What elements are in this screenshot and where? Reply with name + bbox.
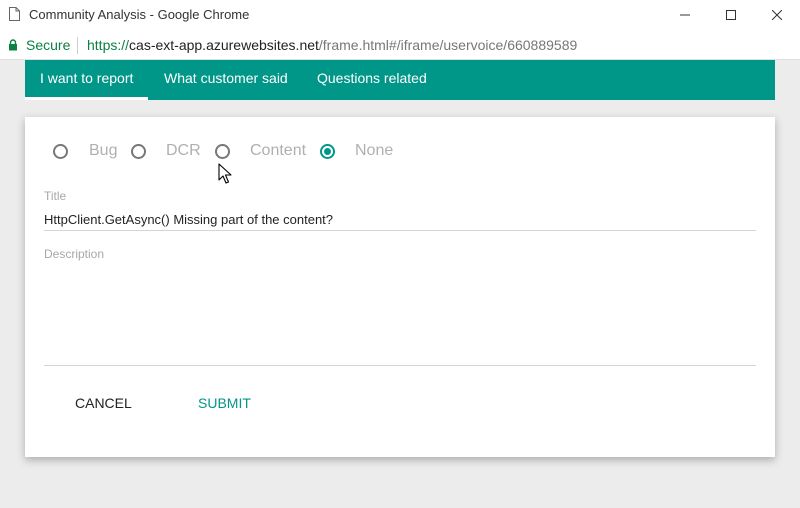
radio-bug[interactable] <box>53 144 68 159</box>
title-input-underline <box>44 230 756 231</box>
title-input[interactable]: HttpClient.GetAsync() Missing part of th… <box>44 212 333 227</box>
tab-what-customer-said[interactable]: What customer said <box>149 60 303 100</box>
tab-questions-related[interactable]: Questions related <box>302 60 442 100</box>
tab-i-want-to-report[interactable]: I want to report <box>25 60 149 100</box>
description-input-underline <box>44 365 756 366</box>
window-title: Community Analysis - Google Chrome <box>29 7 250 22</box>
radio-dcr-label[interactable]: DCR <box>166 142 201 160</box>
url-host: cas-ext-app.azurewebsites.net <box>129 37 319 53</box>
address-bar[interactable]: Secure https://cas-ext-app.azurewebsites… <box>0 30 800 60</box>
page-icon <box>9 7 20 21</box>
maximize-button[interactable] <box>708 0 754 30</box>
browser-title-bar: Community Analysis - Google Chrome <box>0 0 800 30</box>
secure-label: Secure <box>26 37 71 53</box>
maximize-icon <box>726 10 736 20</box>
title-field-label: Title <box>44 189 67 203</box>
radio-bug-label[interactable]: Bug <box>89 142 117 160</box>
url-scheme: https:// <box>87 37 130 53</box>
description-field-label: Description <box>44 247 105 261</box>
radio-content-label[interactable]: Content <box>250 142 306 160</box>
report-form-card: Bug DCR Content None Title HttpClient.Ge… <box>25 117 775 457</box>
minimize-icon <box>680 14 690 16</box>
address-divider <box>77 37 78 54</box>
submit-button[interactable]: SUBMIT <box>198 395 251 411</box>
radio-content[interactable] <box>215 144 230 159</box>
cancel-button[interactable]: CANCEL <box>75 395 132 411</box>
url-text[interactable]: https://cas-ext-app.azurewebsites.net/fr… <box>87 37 577 53</box>
close-button[interactable] <box>754 0 800 30</box>
radio-none-label[interactable]: None <box>355 142 393 160</box>
radio-dcr[interactable] <box>131 144 146 159</box>
mouse-cursor-icon <box>218 163 232 184</box>
description-input[interactable] <box>44 265 756 365</box>
tab-bar: I want to report What customer said Ques… <box>25 60 775 100</box>
close-icon <box>772 10 782 20</box>
minimize-button[interactable] <box>662 0 708 30</box>
radio-none[interactable] <box>320 144 335 159</box>
lock-icon <box>9 39 17 51</box>
url-path: /frame.html#/iframe/uservoice/660889589 <box>318 37 578 53</box>
